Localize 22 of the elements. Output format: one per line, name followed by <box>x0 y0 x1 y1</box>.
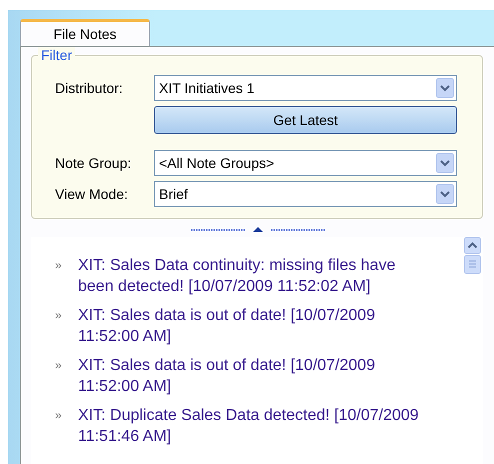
note-text: XIT: Sales data is out of date! [10/07/2009 11:52:00 AM] <box>78 356 376 397</box>
note-text: XIT: Sales Data continuity: missing files have been detected! [10/07/2009 11:52:02 AM] <box>78 256 396 297</box>
note-text: XIT: Duplicate Sales Data detected! [10/07/2009 11:51:46 AM] <box>78 406 420 447</box>
get-latest-button[interactable]: Get Latest <box>154 106 457 134</box>
chevron-down-icon <box>436 78 454 98</box>
field-label: View Mode: <box>54 186 129 202</box>
dropdown[interactable]: <All Note Groups> <box>154 150 457 176</box>
dropdown[interactable]: Brief <box>154 181 457 207</box>
tab[interactable]: File Notes <box>20 19 150 46</box>
dropdown[interactable]: XIT Initiatives 1 <box>154 75 457 101</box>
chevron-down-icon <box>436 184 454 204</box>
chevron-down-icon <box>436 153 454 173</box>
bullet-icon: » <box>55 305 78 347</box>
bullet-icon: » <box>55 405 78 447</box>
field-label: Note Group: <box>54 155 132 171</box>
field-label: Distributor: <box>54 80 124 96</box>
note-text: XIT: Sales data is out of date! [10/07/2009 11:52:00 AM] <box>78 306 376 347</box>
splitter-handle-icon[interactable] <box>191 225 325 233</box>
bullet-icon: » <box>55 255 78 297</box>
bullet-icon: » <box>55 355 78 397</box>
scrollbar[interactable] <box>464 237 481 277</box>
group-title: Filter <box>38 47 76 63</box>
